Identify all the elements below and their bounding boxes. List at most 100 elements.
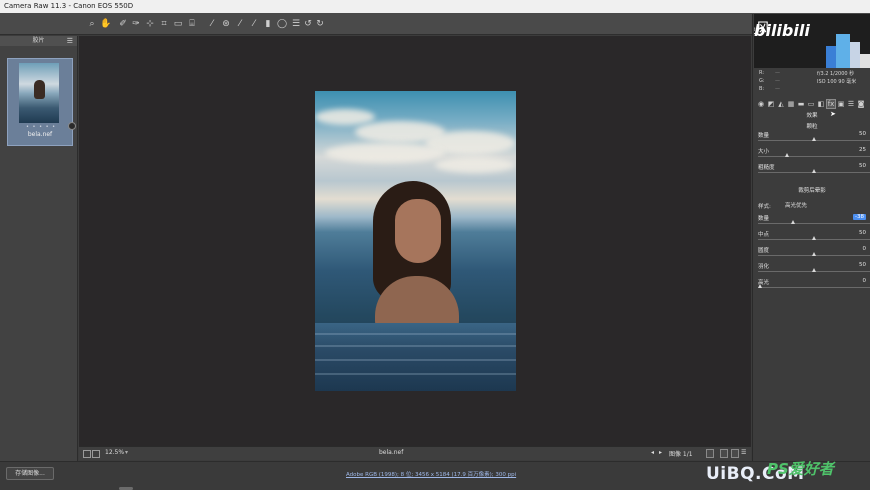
crop-tool-icon[interactable]: ⌗ (158, 18, 170, 30)
bilibili-logo: bilibili (754, 21, 810, 40)
tab-snapshots-icon[interactable]: ◙ (857, 100, 865, 108)
thumbnail-figure (34, 80, 45, 99)
range-mask-icon[interactable]: ◯ (276, 18, 288, 30)
adjustment-brush-icon[interactable]: ⁄ (234, 18, 246, 30)
image-counter: 图像 1/1 (669, 451, 693, 458)
grain-slider-thumb[interactable] (812, 137, 816, 141)
edited-badge-icon (68, 122, 76, 130)
prev-image-icon[interactable]: ◂ (651, 449, 654, 456)
rgb-channel-label: R: (759, 70, 765, 76)
rotate-left-icon[interactable]: ↺ (302, 18, 314, 30)
grain-slider-thumb[interactable] (785, 153, 789, 157)
tab-lens-icon[interactable]: ▭ (807, 100, 815, 108)
vignette-slider-thumb[interactable] (758, 284, 762, 288)
targeted-adjustment-tool-icon[interactable]: ⊹ (144, 18, 156, 30)
grain-slider-thumb[interactable] (812, 169, 816, 173)
grain-slider-row: 大小 25 (758, 147, 870, 161)
vignette-section-title: 裁剪后晕影 (798, 188, 826, 194)
vignette-slider-track[interactable] (758, 287, 870, 288)
tab-transform-icon[interactable]: ◧ (817, 100, 825, 108)
canvas-statusbar: 12.5% ▾ bela.nef ◂ ▸ 图像 1/1 ☰ (79, 446, 751, 460)
red-eye-tool-icon[interactable]: ⊛ (220, 18, 232, 30)
tab-calibration-icon[interactable]: ▣ (837, 100, 845, 108)
camera-info-row: G: — ISO 100 90 毫米 (759, 78, 869, 86)
panel-title: 效果 (806, 113, 818, 119)
tab-hsl-icon[interactable]: ▦ (787, 100, 795, 108)
camera-info-row: B: — (759, 86, 869, 94)
tab-effects-icon[interactable]: fx (826, 99, 836, 109)
zoom-tool-icon[interactable]: ⌕ (86, 18, 98, 30)
vignette-slider-value[interactable]: 0 (863, 246, 867, 252)
vignette-slider-value[interactable]: 50 (859, 230, 866, 236)
adjustments-panel: 八月墨风 bilibili R: — f/3.2 1/2000 秒 G: — ISO 10… (752, 14, 870, 461)
save-image-button[interactable]: 存储图像... (6, 467, 54, 480)
tab-detail-icon[interactable]: ◭ (777, 100, 785, 108)
filmstrip-thumbnail[interactable]: • • • • • bela.nef (7, 58, 76, 146)
toggle-y-button[interactable] (706, 449, 714, 458)
graduated-filter-icon[interactable]: ⁄ (248, 18, 260, 30)
grain-slider-track[interactable] (758, 156, 870, 157)
workflow-options-link[interactable]: Adobe RGB (1998); 8 位; 3456 x 5184 (17.9… (346, 470, 516, 478)
rgb-readout-dash: — (775, 86, 780, 92)
zoom-out-icon[interactable] (92, 450, 100, 458)
vignette-slider-value[interactable]: 0 (863, 278, 867, 284)
grain-slider-value[interactable]: 50 (859, 163, 866, 169)
swap-settings-button[interactable] (731, 449, 739, 458)
tab-split-toning-icon[interactable]: ▬ (797, 100, 805, 108)
exif-value: ISO 100 90 毫米 (817, 79, 857, 85)
bottom-bar: 存储图像... Adobe RGB (1998); 8 位; 3456 x 51… (0, 460, 870, 490)
tab-presets-icon[interactable]: ☰ (847, 100, 855, 108)
fit-view-icon[interactable] (83, 450, 91, 458)
thumbnail-image (19, 63, 59, 123)
grain-slider-row: 粗糙度 50 (758, 163, 870, 177)
rotate-right-icon[interactable]: ↻ (314, 18, 326, 30)
filmstrip-panel: 胶片 ☰ • • • • • bela.nef (0, 36, 78, 466)
thumbnail-rating[interactable]: • • • • • (26, 124, 56, 130)
camera-info-row: R: — f/3.2 1/2000 秒 (759, 70, 869, 78)
next-image-icon[interactable]: ▸ (659, 449, 662, 456)
hand-tool-icon[interactable]: ✋ (100, 18, 112, 30)
filmstrip-header-label: 胶片 (32, 37, 45, 44)
spot-removal-tool-icon[interactable]: ⁄ (206, 18, 218, 30)
color-sampler-tool-icon[interactable]: ✑ (130, 18, 142, 30)
grain-slider-label: 大小 (758, 149, 770, 155)
vignette-slider-label: 羽化 (758, 264, 770, 270)
thumbnail-filename: bela.nef (27, 131, 53, 138)
filmstrip-header: 胶片 ☰ (0, 36, 77, 46)
watermark-ps: PS爱好者 (767, 460, 834, 478)
vignette-slider-row: 圆度 0 (758, 246, 870, 260)
vignette-slider-row: 数量 -38 (758, 214, 870, 228)
vignette-slider-value[interactable]: 50 (859, 262, 866, 268)
vignette-slider-value[interactable]: -38 (853, 214, 866, 220)
filmstrip-menu-icon[interactable]: ☰ (67, 36, 73, 46)
vignette-slider-thumb[interactable] (812, 236, 816, 240)
vignette-slider-thumb[interactable] (812, 268, 816, 272)
preferences-icon[interactable]: ☰ (290, 18, 302, 30)
vignette-slider-thumb[interactable] (812, 252, 816, 256)
grain-slider-label: 数量 (758, 133, 770, 139)
vignette-slider-track[interactable] (758, 223, 870, 224)
grain-slider-value[interactable]: 25 (859, 147, 866, 153)
zoom-level[interactable]: 12.5% (105, 449, 124, 456)
straighten-tool-icon[interactable]: ▭ (172, 18, 184, 30)
watermark-bilibili: 八月墨风 bilibili (754, 18, 870, 40)
vignette-style-select[interactable]: 高光优先 (785, 201, 807, 209)
grain-slider-value[interactable]: 50 (859, 131, 866, 137)
transform-tool-icon[interactable]: ⌸ (186, 18, 198, 30)
white-balance-tool-icon[interactable]: ✐ (117, 18, 129, 30)
rgb-readout-dash: — (775, 70, 780, 76)
vignette-slider-row: 羽化 50 (758, 262, 870, 276)
before-after-button[interactable] (720, 449, 728, 458)
tab-basic-icon[interactable]: ◉ (757, 100, 765, 108)
view-options-icon[interactable]: ☰ (741, 449, 746, 456)
radial-filter-icon[interactable]: ▮ (262, 18, 274, 30)
camera-info: R: — f/3.2 1/2000 秒 G: — ISO 100 90 毫米 B: — (759, 70, 869, 98)
vignette-slider-thumb[interactable] (791, 220, 796, 224)
rgb-channel-label: G: (759, 78, 765, 84)
vignette-slider-row: 中点 50 (758, 230, 870, 244)
tab-tone-curve-icon[interactable]: ◩ (767, 100, 775, 108)
vignette-slider-label: 数量 (758, 216, 770, 222)
image-canvas[interactable] (79, 36, 751, 446)
zoom-dropdown-icon[interactable]: ▾ (125, 449, 128, 456)
vignette-slider-row: 高光 0 (758, 278, 870, 292)
